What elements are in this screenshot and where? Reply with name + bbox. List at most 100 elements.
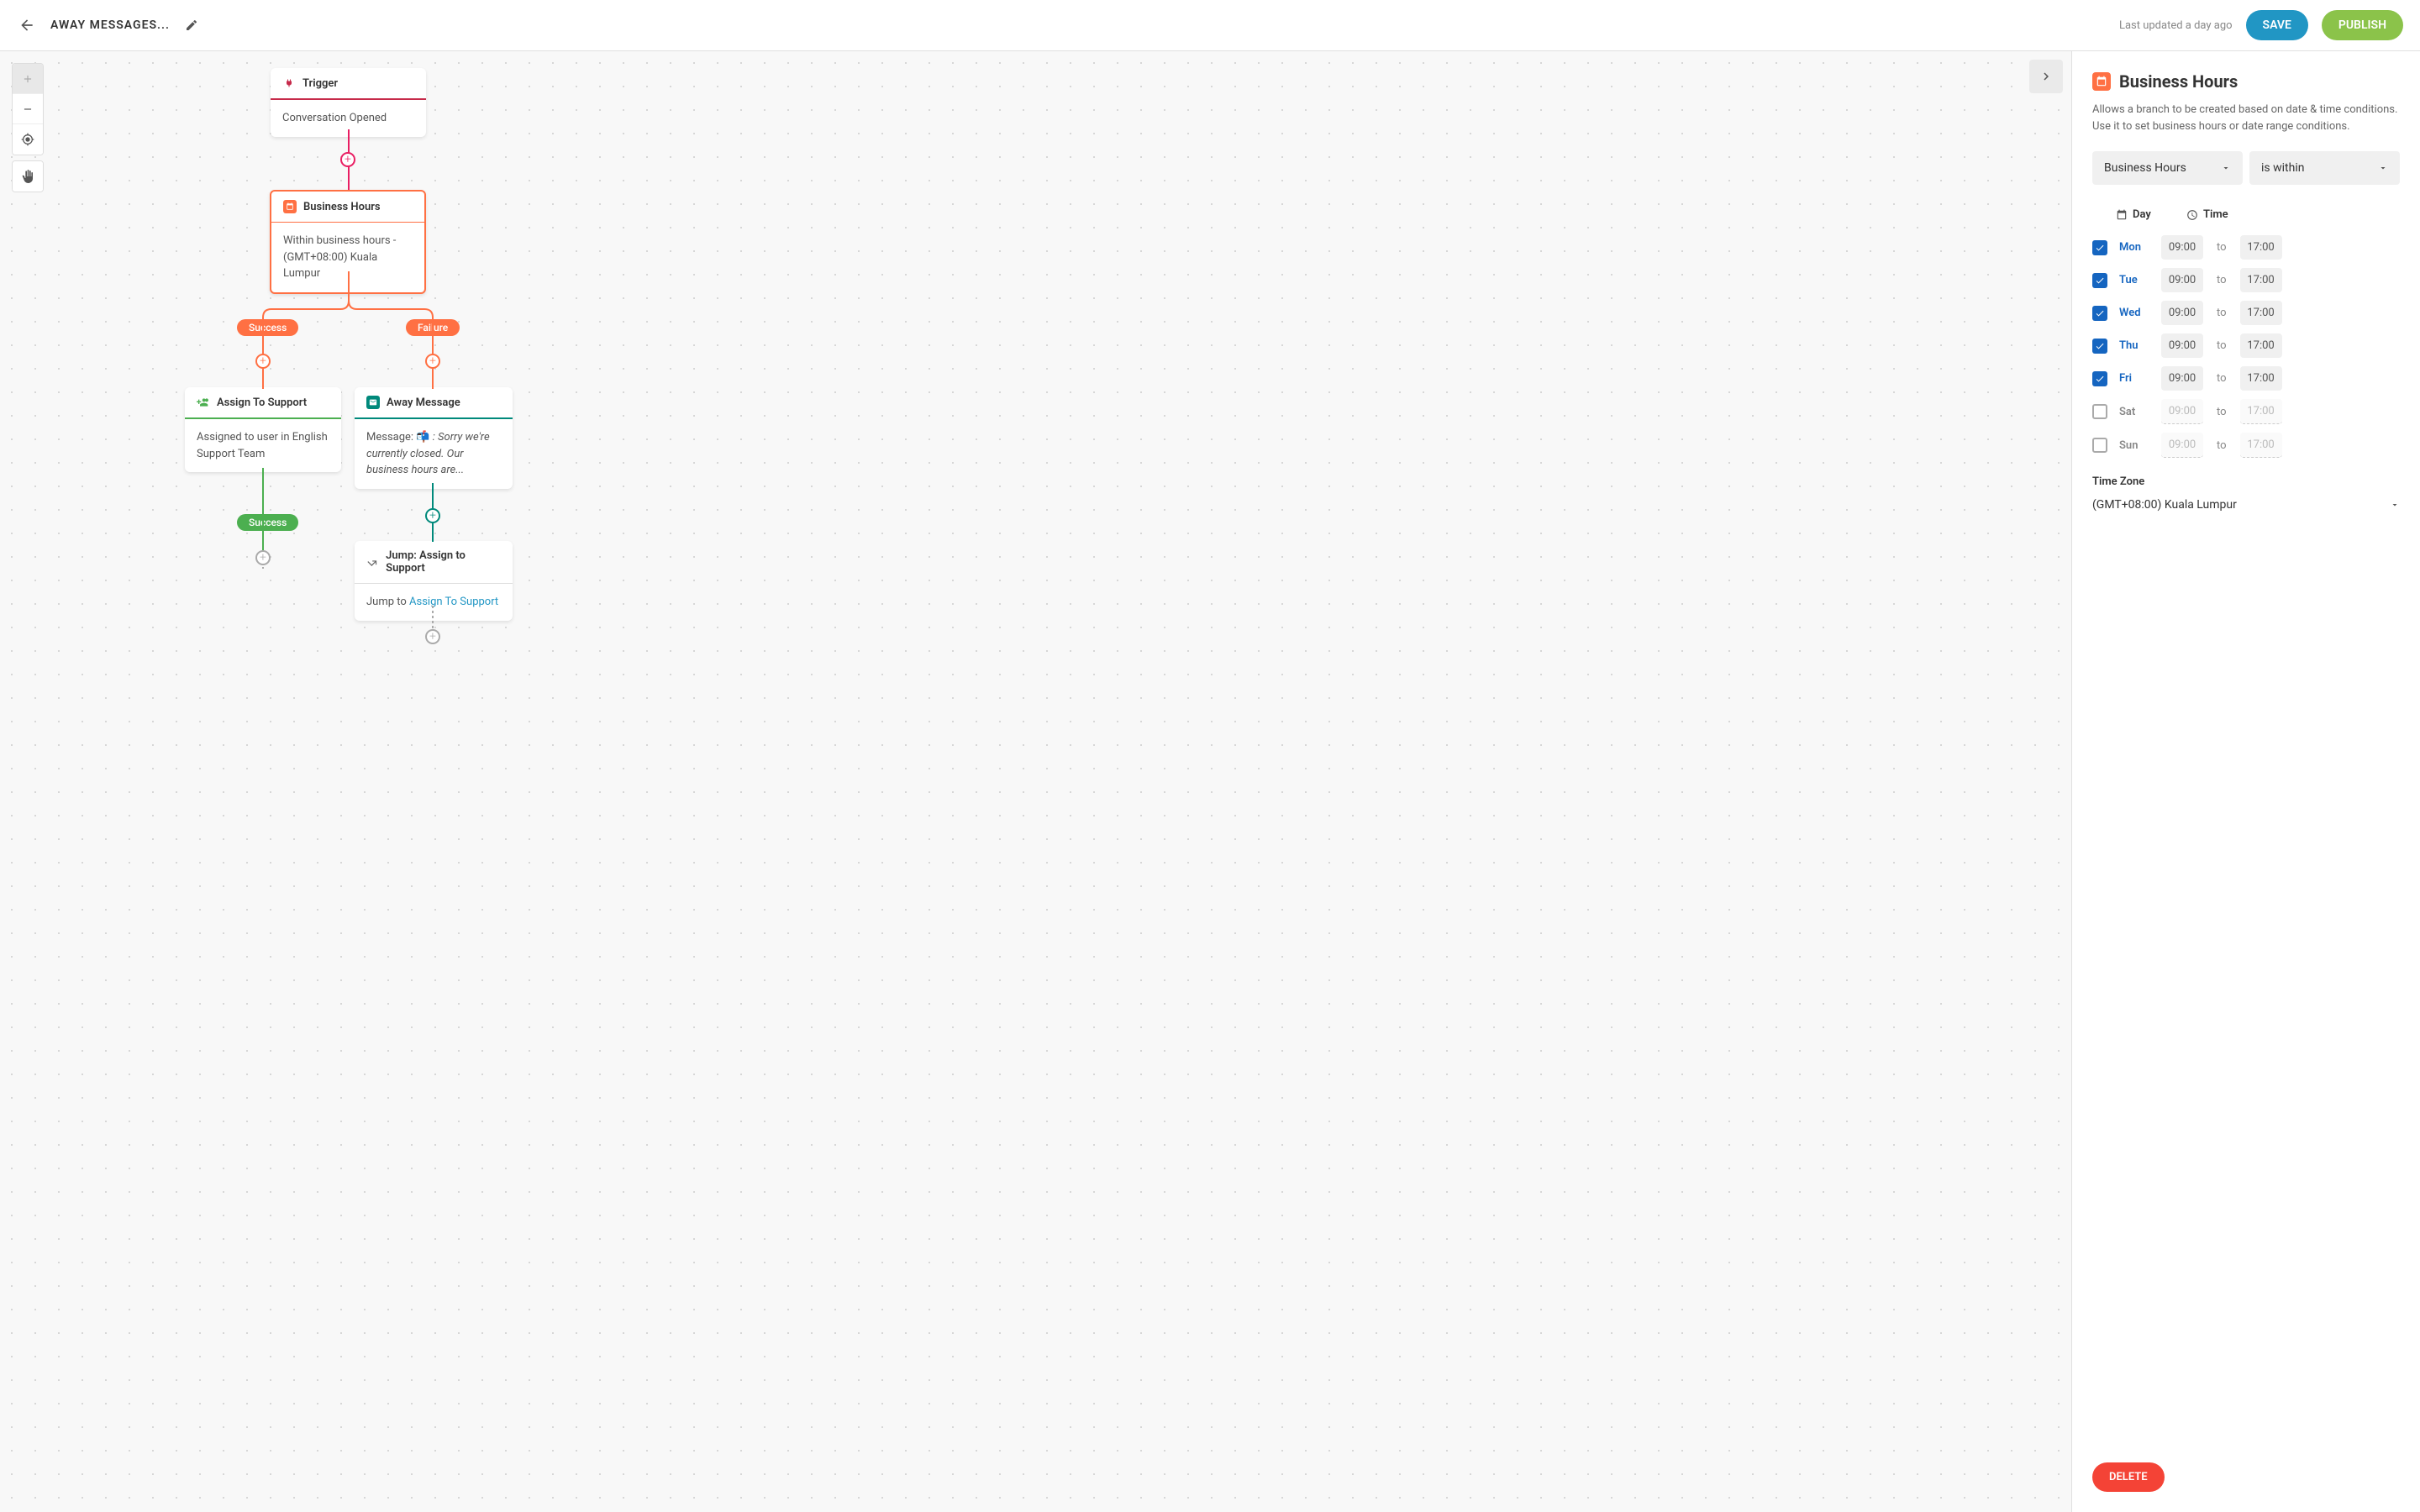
zoom-in-button[interactable] xyxy=(13,64,43,94)
day-checkbox[interactable] xyxy=(2092,438,2107,453)
time-separator: to xyxy=(2215,406,2228,418)
away-prefix: Message: 📬 xyxy=(366,431,433,444)
branch-success: Success xyxy=(237,514,298,531)
jump-title: Jump: Assign to Support xyxy=(386,549,501,575)
end-time-input[interactable] xyxy=(2240,235,2282,260)
last-updated-text: Last updated a day ago xyxy=(2119,19,2233,32)
day-checkbox[interactable] xyxy=(2092,306,2107,321)
add-step-button[interactable]: + xyxy=(425,354,440,369)
end-time-input[interactable] xyxy=(2240,366,2282,391)
schedule-header: Day Time xyxy=(2092,202,2400,231)
header: AWAY MESSAGES... Last updated a day ago … xyxy=(0,0,2420,51)
day-checkbox[interactable] xyxy=(2092,339,2107,354)
jump-node[interactable]: Jump: Assign to Support Jump to Assign T… xyxy=(355,541,513,621)
zoom-out-button[interactable] xyxy=(13,94,43,124)
add-step-button[interactable]: + xyxy=(255,354,271,369)
day-row: Wed to xyxy=(2092,297,2400,329)
start-time-input[interactable] xyxy=(2161,333,2203,358)
sidebar-footer: DELETE xyxy=(2092,1446,2400,1492)
timezone-label: Time Zone xyxy=(2092,475,2400,488)
day-column-label: Day xyxy=(2133,208,2151,221)
timezone-select[interactable]: (GMT+08:00) Kuala Lumpur xyxy=(2092,495,2400,515)
time-separator: to xyxy=(2215,241,2228,254)
start-time-input[interactable] xyxy=(2161,268,2203,292)
day-checkbox[interactable] xyxy=(2092,273,2107,288)
time-separator: to xyxy=(2215,274,2228,286)
calendar-icon xyxy=(2092,72,2111,91)
condition-type-select[interactable]: Business Hours xyxy=(2092,151,2243,185)
end-time-input[interactable] xyxy=(2240,301,2282,325)
day-row: Tue to xyxy=(2092,264,2400,297)
away-message-node[interactable]: Away Message Message: 📬 : Sorry we're cu… xyxy=(355,387,513,489)
time-separator: to xyxy=(2215,339,2228,352)
support-title: Assign To Support xyxy=(217,396,307,409)
add-step-button[interactable]: + xyxy=(255,550,271,565)
jump-header: Jump: Assign to Support xyxy=(355,541,513,584)
back-button[interactable] xyxy=(17,15,37,35)
assign-support-node[interactable]: Assign To Support Assigned to user in En… xyxy=(185,387,341,472)
delete-button[interactable]: DELETE xyxy=(2092,1462,2165,1492)
calendar-icon xyxy=(2116,209,2128,221)
chevron-down-icon xyxy=(2390,500,2400,510)
trigger-header: Trigger xyxy=(271,68,426,100)
add-step-button[interactable]: + xyxy=(425,629,440,644)
sidebar: Business Hours Allows a branch to be cre… xyxy=(2071,51,2420,1512)
header-right: Last updated a day ago SAVE PUBLISH xyxy=(2119,10,2403,40)
publish-button[interactable]: PUBLISH xyxy=(2322,10,2403,40)
jump-prefix: Jump to xyxy=(366,596,409,608)
time-separator: to xyxy=(2215,439,2228,452)
start-time-input xyxy=(2161,399,2203,424)
day-label: Fri xyxy=(2119,372,2149,385)
sidebar-title: Business Hours xyxy=(2119,71,2238,92)
time-separator: to xyxy=(2215,372,2228,385)
end-time-input xyxy=(2240,433,2282,458)
bh-header: Business Hours xyxy=(271,192,424,223)
day-label: Wed xyxy=(2119,307,2149,319)
days-list: MontoTuetoWedtoThutoFritoSattoSunto xyxy=(2092,231,2400,462)
condition-op-value: is within xyxy=(2261,161,2304,175)
start-time-input[interactable] xyxy=(2161,366,2203,391)
mail-icon xyxy=(366,396,380,409)
start-time-input[interactable] xyxy=(2161,301,2203,325)
sidebar-description: Allows a branch to be created based on d… xyxy=(2092,102,2400,134)
canvas[interactable]: Trigger Conversation Opened + Business H… xyxy=(0,51,2071,1512)
day-checkbox[interactable] xyxy=(2092,240,2107,255)
edit-title-button[interactable] xyxy=(183,17,200,34)
add-step-button[interactable]: + xyxy=(340,152,355,167)
away-header: Away Message xyxy=(355,387,513,419)
collapse-sidebar-button[interactable] xyxy=(2029,60,2063,93)
day-row: Sunto xyxy=(2092,428,2400,462)
day-checkbox[interactable] xyxy=(2092,404,2107,419)
away-title: Away Message xyxy=(387,396,460,409)
day-row: Monto xyxy=(2092,231,2400,264)
add-step-button[interactable]: + xyxy=(425,508,440,523)
jump-icon xyxy=(366,555,379,569)
calendar-icon xyxy=(283,200,297,213)
condition-op-select[interactable]: is within xyxy=(2249,151,2400,185)
day-row: Fri to xyxy=(2092,362,2400,395)
save-button[interactable]: SAVE xyxy=(2246,10,2308,40)
plug-icon xyxy=(282,76,296,90)
condition-controls: Business Hours is within xyxy=(2092,151,2400,185)
clock-icon xyxy=(2186,209,2198,221)
day-checkbox[interactable] xyxy=(2092,371,2107,386)
trigger-node[interactable]: Trigger Conversation Opened xyxy=(271,68,426,137)
jump-link[interactable]: Assign To Support xyxy=(409,596,498,608)
end-time-input xyxy=(2240,399,2282,424)
jump-body: Jump to Assign To Support xyxy=(355,584,513,621)
day-label: Tue xyxy=(2119,274,2149,286)
timezone-value: (GMT+08:00) Kuala Lumpur xyxy=(2092,498,2237,512)
pan-button[interactable] xyxy=(13,161,43,192)
trigger-title: Trigger xyxy=(302,77,338,90)
bh-title: Business Hours xyxy=(303,201,381,213)
time-column-label: Time xyxy=(2203,208,2228,221)
end-time-input[interactable] xyxy=(2240,268,2282,292)
start-time-input[interactable] xyxy=(2161,235,2203,260)
page-title: AWAY MESSAGES... xyxy=(50,18,170,32)
chevron-down-icon xyxy=(2378,163,2388,173)
canvas-tools xyxy=(12,63,44,197)
center-button[interactable] xyxy=(13,124,43,155)
time-separator: to xyxy=(2215,307,2228,319)
end-time-input[interactable] xyxy=(2240,333,2282,358)
header-left: AWAY MESSAGES... xyxy=(17,15,200,35)
